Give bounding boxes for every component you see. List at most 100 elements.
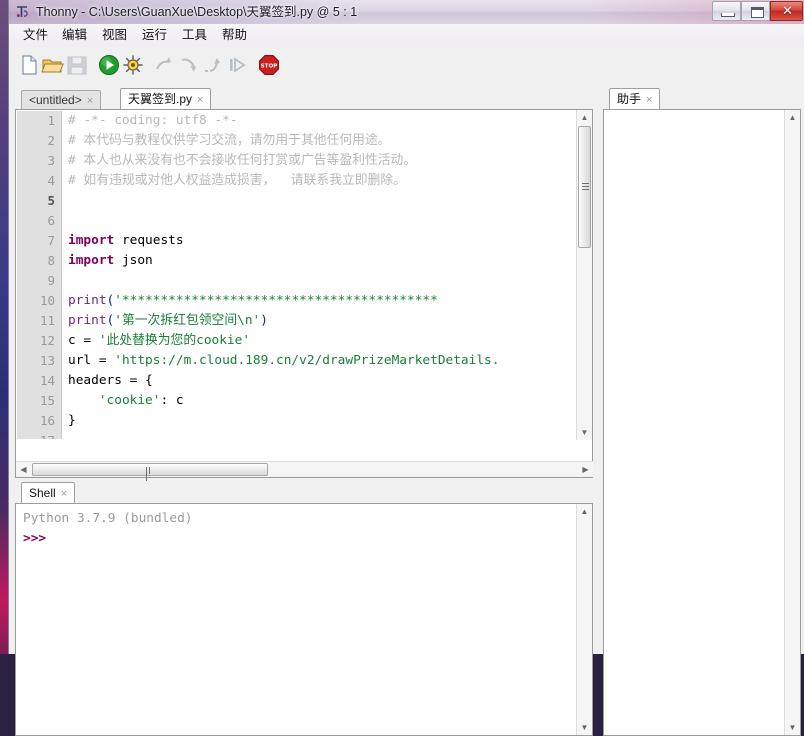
toolbar: STOP bbox=[9, 47, 804, 82]
editor-gutter: 1 2 3 4 5 6 7 8 9 10 11 12 13 14 15 16 bbox=[17, 111, 62, 439]
assistant-tab[interactable]: 助手 × bbox=[609, 88, 661, 110]
scroll-grip-icon bbox=[582, 183, 589, 191]
line-number: 2 bbox=[47, 133, 55, 148]
resume-icon bbox=[230, 57, 246, 73]
code-line: print('第一次拆红包领空间\n') bbox=[68, 313, 268, 328]
code-line: import requests bbox=[68, 233, 184, 248]
scroll-down-icon[interactable]: ▼ bbox=[577, 720, 592, 735]
shell-vertical-scrollbar[interactable]: ▲ ▼ bbox=[576, 504, 592, 735]
scroll-up-icon[interactable]: ▲ bbox=[785, 110, 800, 125]
run-icon bbox=[99, 55, 119, 75]
assistant-body: ▲ ▼ bbox=[603, 109, 801, 736]
line-number: 12 bbox=[39, 333, 55, 348]
code-line: # 本代码与教程仅供学习交流，请勿用于其他任何用途。 bbox=[68, 133, 391, 148]
line-number: 17 bbox=[21, 431, 55, 439]
editor-hscroll-thumb[interactable] bbox=[32, 463, 268, 481]
menu-bar: 文件 编辑 视图 运行 工具 帮助 bbox=[9, 24, 804, 48]
line-number: 8 bbox=[47, 253, 55, 268]
menu-item-help[interactable]: 帮助 bbox=[216, 26, 253, 45]
debug-button[interactable] bbox=[121, 53, 145, 77]
editor-vertical-scrollbar[interactable]: ▲ ▼ bbox=[576, 110, 592, 440]
maximize-icon bbox=[751, 7, 764, 18]
editor-tab-tianyi-label: 天翼签到.py bbox=[128, 92, 193, 106]
code-line: # 如有违规或对他人权益造成损害， 请联系我立即删除。 bbox=[68, 173, 406, 188]
line-number: 13 bbox=[39, 353, 55, 368]
stop-button[interactable]: STOP bbox=[257, 53, 281, 77]
step-out-button[interactable] bbox=[201, 53, 225, 77]
scroll-down-icon[interactable]: ▼ bbox=[785, 720, 800, 735]
desktop-background: Thonny - C:\Users\GuanXue\Desktop\天翼签到.p… bbox=[0, 0, 804, 736]
line-number: 9 bbox=[47, 273, 55, 288]
code-line: c = '此处替换为您的cookie' bbox=[68, 333, 251, 348]
line-number: 1 bbox=[47, 113, 55, 128]
shell-tab[interactable]: Shell × bbox=[21, 482, 76, 504]
line-number: 16 bbox=[39, 413, 55, 428]
new-file-button[interactable] bbox=[17, 53, 41, 77]
save-file-button[interactable] bbox=[65, 53, 89, 77]
line-number: 6 bbox=[47, 213, 55, 228]
assistant-vertical-scrollbar[interactable]: ▲ ▼ bbox=[784, 110, 800, 735]
scroll-grip-icon bbox=[146, 467, 154, 481]
step-over-button[interactable] bbox=[153, 53, 177, 77]
step-into-button[interactable] bbox=[177, 53, 201, 77]
line-number: 11 bbox=[39, 313, 55, 328]
editor-tab-untitled[interactable]: <untitled> × bbox=[21, 90, 102, 110]
scroll-down-icon[interactable]: ▼ bbox=[577, 425, 592, 440]
scroll-right-icon[interactable]: ▶ bbox=[578, 462, 593, 477]
code-line: print('*********************************… bbox=[68, 293, 438, 308]
thonny-window: Thonny - C:\Users\GuanXue\Desktop\天翼签到.p… bbox=[8, 0, 804, 736]
close-button[interactable]: ✕ bbox=[770, 1, 803, 21]
editor-tab-untitled-close-icon[interactable]: × bbox=[87, 95, 93, 107]
window-titlebar: Thonny - C:\Users\GuanXue\Desktop\天翼签到.p… bbox=[9, 0, 804, 25]
step-over-icon bbox=[156, 57, 171, 70]
menu-item-run[interactable]: 运行 bbox=[136, 26, 173, 45]
editor-pane: <untitled> × 天翼签到.py × 1 2 3 4 5 6 7 8 9… bbox=[15, 86, 593, 481]
code-line: headers = { bbox=[68, 373, 153, 388]
code-line: import json bbox=[68, 253, 153, 268]
shell-tab-label: Shell bbox=[29, 486, 56, 500]
scroll-left-icon[interactable]: ◀ bbox=[16, 462, 31, 477]
line-number: 4 bbox=[47, 173, 55, 188]
line-number-current: 5 bbox=[47, 193, 55, 208]
open-file-button[interactable] bbox=[41, 53, 65, 77]
scroll-up-icon[interactable]: ▲ bbox=[577, 110, 592, 125]
line-number: 7 bbox=[47, 233, 55, 248]
editor-tab-tianyi-close-icon[interactable]: × bbox=[197, 94, 203, 106]
code-line: # 本人也从来没有也不会接收任何打赏或广告等盈利性活动。 bbox=[68, 153, 417, 168]
menu-item-file[interactable]: 文件 bbox=[17, 26, 54, 45]
line-number: 10 bbox=[39, 293, 55, 308]
editor-vscroll-thumb[interactable] bbox=[578, 126, 591, 248]
close-icon: ✕ bbox=[782, 3, 793, 18]
editor-tab-tianyi[interactable]: 天翼签到.py × bbox=[120, 88, 212, 110]
shell-tab-close-icon[interactable]: × bbox=[61, 488, 67, 500]
menu-item-view[interactable]: 视图 bbox=[96, 26, 133, 45]
minimize-icon bbox=[721, 13, 735, 17]
window-title: Thonny - C:\Users\GuanXue\Desktop\天翼签到.p… bbox=[36, 5, 358, 19]
maximize-button[interactable] bbox=[741, 1, 770, 21]
code-line: url = 'https://m.cloud.189.cn/v2/drawPri… bbox=[68, 353, 500, 368]
editor-tab-untitled-label: <untitled> bbox=[29, 93, 82, 107]
editor-body: 1 2 3 4 5 6 7 8 9 10 11 12 13 14 15 16 #… bbox=[15, 109, 593, 481]
menu-item-tools[interactable]: 工具 bbox=[176, 26, 213, 45]
main-area: <untitled> × 天翼签到.py × 1 2 3 4 5 6 7 8 9… bbox=[9, 82, 804, 736]
debug-icon bbox=[123, 55, 143, 75]
scroll-up-icon[interactable]: ▲ bbox=[577, 504, 592, 519]
assistant-tab-label: 助手 bbox=[617, 92, 642, 106]
stop-icon: STOP bbox=[258, 54, 279, 75]
menu-item-edit[interactable]: 编辑 bbox=[56, 26, 93, 45]
assistant-pane: 助手 × ▲ ▼ bbox=[603, 86, 801, 736]
step-into-icon bbox=[181, 58, 196, 72]
new-file-icon bbox=[22, 55, 37, 75]
editor-horizontal-scrollbar[interactable]: ◀ ▶ bbox=[16, 461, 593, 481]
code-line: # -*- coding: utf8 -*- bbox=[68, 113, 238, 128]
save-icon bbox=[67, 56, 87, 75]
line-number: 3 bbox=[47, 153, 55, 168]
resume-button[interactable] bbox=[225, 53, 249, 77]
assistant-tab-close-icon[interactable]: × bbox=[646, 94, 652, 106]
minimize-button[interactable] bbox=[712, 1, 741, 21]
run-button[interactable] bbox=[97, 53, 121, 77]
editor-code-area[interactable]: # -*- coding: utf8 -*- # 本代码与教程仅供学习交流，请勿… bbox=[62, 111, 577, 439]
svg-text:STOP: STOP bbox=[261, 64, 278, 70]
assistant-content[interactable] bbox=[605, 111, 784, 734]
shell-output[interactable]: Python 3.7.9 (bundled) >>> bbox=[17, 505, 576, 734]
